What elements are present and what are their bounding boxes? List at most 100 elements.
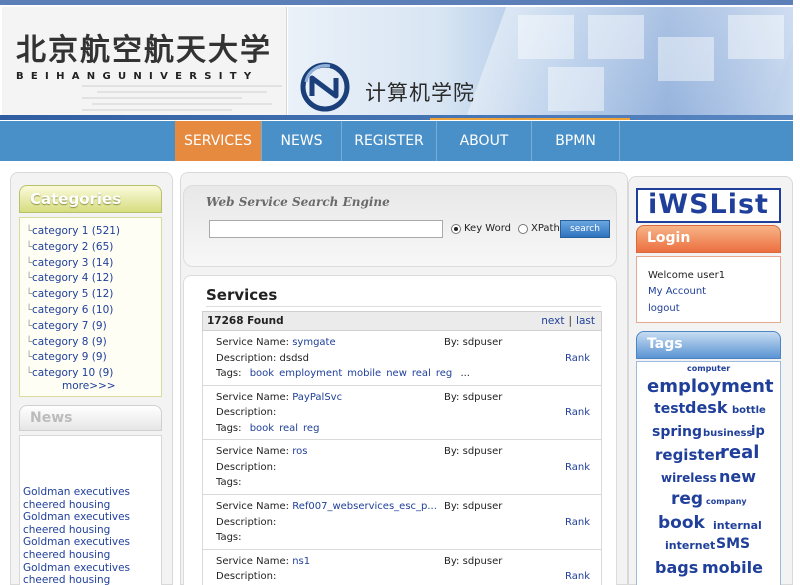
nav-news[interactable]: NEWS <box>262 121 342 161</box>
news-link[interactable]: cheered housing <box>23 499 110 511</box>
service-author: sdpuser <box>462 391 503 403</box>
service-name-link[interactable]: PayPalSvc <box>292 392 342 403</box>
last-page-link[interactable]: last <box>576 315 595 327</box>
tag-cloud-item[interactable]: bottle <box>732 405 766 416</box>
search-input[interactable] <box>209 220 443 238</box>
tag-cloud-item[interactable]: employment <box>647 376 774 397</box>
tag-link[interactable]: book <box>250 423 274 434</box>
category-link[interactable]: category 4 (12) <box>32 272 113 284</box>
search-panel: Web Service Search Engine Key Word XPath… <box>183 185 617 267</box>
radio-icon[interactable] <box>518 223 528 234</box>
tag-cloud-item[interactable]: book <box>658 513 705 533</box>
category-link[interactable]: category 9 (9) <box>32 351 107 363</box>
school-banner: 计算机学院 <box>288 7 793 115</box>
tags-label: Tags: <box>216 422 242 434</box>
news-link[interactable]: Goldman executives <box>23 536 130 548</box>
next-page-link[interactable]: next <box>541 315 564 327</box>
tag-link[interactable]: reg <box>436 368 452 379</box>
tag-link[interactable]: employment <box>279 368 342 379</box>
categories-list: └category 1 (521) └category 2 (65) └cate… <box>26 223 120 381</box>
category-link[interactable]: category 10 (9) <box>32 367 113 379</box>
category-link[interactable]: category 5 (12) <box>32 288 113 300</box>
nav-register[interactable]: REGISTER <box>342 121 437 161</box>
tag-cloud-item[interactable]: computer <box>687 364 730 373</box>
nav-bpmn[interactable]: BPMN <box>532 121 620 161</box>
xpath-label: XPath <box>531 223 560 234</box>
tag-cloud-item[interactable]: bags <box>655 558 698 577</box>
by-label: By: <box>444 555 460 567</box>
news-link[interactable]: Goldman executives <box>23 511 130 523</box>
tags-label: Tags: <box>216 368 242 379</box>
tag-cloud-item[interactable]: ip <box>751 424 765 439</box>
news-link[interactable]: Goldman executives <box>23 486 130 498</box>
service-name-label: Service Name: <box>216 555 290 567</box>
service-name-link[interactable]: ns1 <box>292 556 310 567</box>
list-item: └category 8 (9) <box>26 335 107 348</box>
tag-cloud-item[interactable]: new <box>719 467 756 486</box>
tag-link[interactable]: new <box>386 368 407 379</box>
logout-link[interactable]: logout <box>648 303 680 314</box>
tag-cloud-item[interactable]: internal <box>713 519 762 532</box>
tag-link[interactable]: real <box>412 368 431 379</box>
radio-selected-icon[interactable] <box>451 223 461 234</box>
tag-link[interactable]: book <box>250 368 274 379</box>
list-item: └category 6 (10) <box>26 303 114 316</box>
tag-cloud-item[interactable]: wireless <box>661 471 717 485</box>
rank-link[interactable]: Rank <box>565 517 590 528</box>
category-link[interactable]: category 6 (10) <box>32 304 113 316</box>
tag-cloud-item[interactable]: desk <box>685 398 727 417</box>
list-item: └category 3 (14) <box>26 256 114 269</box>
category-link[interactable]: category 1 (521) <box>32 225 120 237</box>
tag-link[interactable]: reg <box>303 423 319 434</box>
rank-link[interactable]: Rank <box>565 571 590 582</box>
news-link[interactable]: cheered housing <box>23 574 110 585</box>
nav-about[interactable]: ABOUT <box>437 121 532 161</box>
tag-cloud-item[interactable]: test <box>654 401 685 417</box>
search-button[interactable]: search <box>560 220 610 238</box>
tag-cloud-item[interactable]: register <box>655 446 722 464</box>
news-link[interactable]: cheered housing <box>23 549 110 561</box>
tag-cloud-item[interactable]: SMS <box>716 536 750 552</box>
service-author: sdpuser <box>462 337 503 348</box>
by-label: By: <box>444 446 460 458</box>
service-name-label: Service Name: <box>216 337 290 348</box>
tag-cloud-item[interactable]: internet <box>665 539 715 552</box>
service-row: Service Name: ns1 By: sdpuser Descriptio… <box>203 550 601 585</box>
keyword-radio[interactable]: Key Word <box>451 223 511 234</box>
nav-services[interactable]: SERVICES <box>175 121 262 161</box>
tag-cloud-item[interactable]: reg <box>671 489 703 509</box>
tag-cloud-item[interactable]: mobile <box>702 558 763 577</box>
description-label: Description: <box>216 571 277 583</box>
tag-cloud-item[interactable]: real <box>720 442 759 463</box>
more-categories-link[interactable]: more>>> <box>62 380 116 392</box>
category-link[interactable]: category 8 (9) <box>32 336 107 348</box>
list-item: └category 5 (12) <box>26 288 114 301</box>
service-name-link[interactable]: ros <box>292 446 307 457</box>
news-link[interactable]: Goldman executives <box>23 562 130 574</box>
tag-cloud-item[interactable]: company <box>706 497 747 506</box>
service-row: Service Name: symgate By: sdpuser Descri… <box>203 331 601 386</box>
news-link[interactable]: cheered housing <box>23 524 110 536</box>
rank-link[interactable]: Rank <box>565 353 590 364</box>
rank-link[interactable]: Rank <box>565 462 590 473</box>
category-link[interactable]: category 3 (14) <box>32 257 113 269</box>
category-link[interactable]: category 7 (9) <box>32 320 107 332</box>
list-item: └category 2 (65) <box>26 240 114 253</box>
tag-link[interactable]: mobile <box>347 368 381 379</box>
tag-cloud-item[interactable]: spring <box>652 424 702 440</box>
category-link[interactable]: category 2 (65) <box>32 241 113 253</box>
tag-cloud-item[interactable]: business <box>703 428 752 439</box>
tag-link[interactable]: real <box>279 423 298 434</box>
my-account-link[interactable]: My Account <box>648 286 706 297</box>
welcome-text: Welcome user1 <box>648 270 726 281</box>
tags-label: Tags: <box>216 477 242 489</box>
site-header: 北京航空航天大学 BEIHANGUNIVERSITY 计算机学院 <box>0 0 793 120</box>
xpath-radio[interactable]: XPath <box>518 223 560 234</box>
right-sidebar: iWSList Login Welcome user1 My Account l… <box>628 176 793 585</box>
service-name-link[interactable]: Ref007_webservices_esc_p... <box>292 501 437 512</box>
search-title: Web Service Search Engine <box>206 195 390 209</box>
service-name-link[interactable]: symgate <box>292 337 335 348</box>
service-author: sdpuser <box>462 446 503 458</box>
rank-link[interactable]: Rank <box>565 407 590 418</box>
results-header: 17268 Found next | last <box>202 311 602 331</box>
